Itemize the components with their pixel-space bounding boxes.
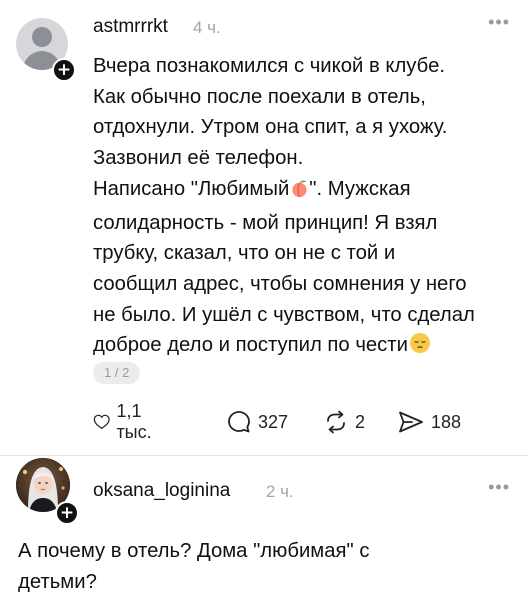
post-text: Вчера познакомился с чикой в клубе. Как …: [93, 51, 517, 364]
likes-count: 1,1 тыс.: [116, 401, 152, 442]
share-button[interactable]: 188: [397, 408, 461, 436]
comments-count: 327: [258, 411, 289, 432]
repost-button[interactable]: 2: [323, 408, 365, 436]
divider: [0, 455, 528, 456]
heart-icon: [93, 414, 110, 429]
post-line: отдохнули. Утром она спит, а я ухожу.: [93, 116, 448, 139]
post-line: доброе дело и поступил по чести: [93, 330, 517, 364]
more-options-icon[interactable]: •••: [488, 477, 510, 498]
image-pager[interactable]: 1 / 2: [93, 362, 141, 384]
reply-line: детьми?: [18, 571, 97, 593]
reply-line: А почему в отель? Дома "любимая" с: [18, 540, 370, 562]
reply-time: 2 ч.: [266, 482, 294, 501]
like-button[interactable]: 1,1 тыс.: [93, 401, 160, 442]
post-line: Написано "Любимый ". Мужская: [93, 174, 517, 208]
post-line: Как обычно после поехали в отель,: [93, 85, 426, 108]
post-line: трубку, сказал, что он не с той и: [93, 242, 396, 265]
comment-button[interactable]: 327: [226, 408, 288, 436]
share-icon: [399, 411, 423, 433]
post-time: 4 ч.: [193, 18, 221, 37]
post-username[interactable]: astmrrrkt: [93, 16, 168, 38]
post-line: Вчера познакомился с чикой в клубе.: [93, 55, 445, 77]
comment-icon: [228, 411, 250, 433]
follow-plus-icon[interactable]: +: [55, 501, 79, 525]
reply-text: А почему в отель? Дома "любимая" с детьм…: [18, 536, 513, 598]
repost-icon: [327, 410, 345, 434]
post-line: сообщил адрес, чтобы сомнения у него: [93, 272, 467, 295]
more-options-icon[interactable]: •••: [488, 12, 510, 33]
post-line: солидарность - мой принцип! Я взял: [93, 211, 438, 234]
post-line-part: ". Мужская: [309, 177, 411, 200]
peach-emoji: [290, 177, 309, 208]
shares-count: 188: [431, 411, 462, 432]
reply-username[interactable]: oksana_loginina: [93, 480, 230, 502]
post-line: не было. И ушёл с чувством, что сделал: [93, 303, 475, 326]
pensive-face-emoji: [409, 332, 431, 364]
post-line-part: Написано "Любимый: [93, 177, 290, 200]
post-line: Зазвонил её телефон.: [93, 147, 304, 170]
avatar-placeholder-icon: [32, 27, 52, 47]
reposts-count: 2: [355, 411, 366, 432]
follow-plus-icon[interactable]: +: [52, 58, 76, 82]
post-line-part: доброе дело и поступил по чести: [93, 334, 408, 357]
